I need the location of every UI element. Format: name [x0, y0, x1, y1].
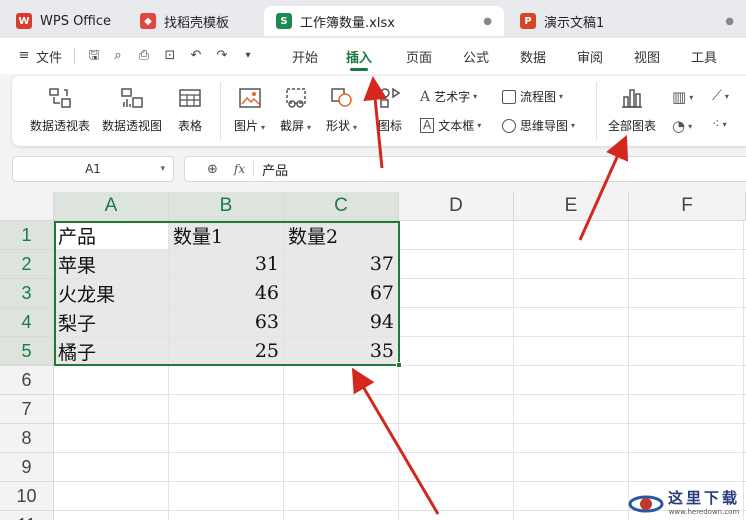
arrow-to-all-charts: [578, 135, 629, 241]
arrow-to-insert-tab: [363, 76, 388, 169]
arrow-to-data-range: [351, 367, 440, 515]
annotation-arrows: [351, 76, 629, 515]
